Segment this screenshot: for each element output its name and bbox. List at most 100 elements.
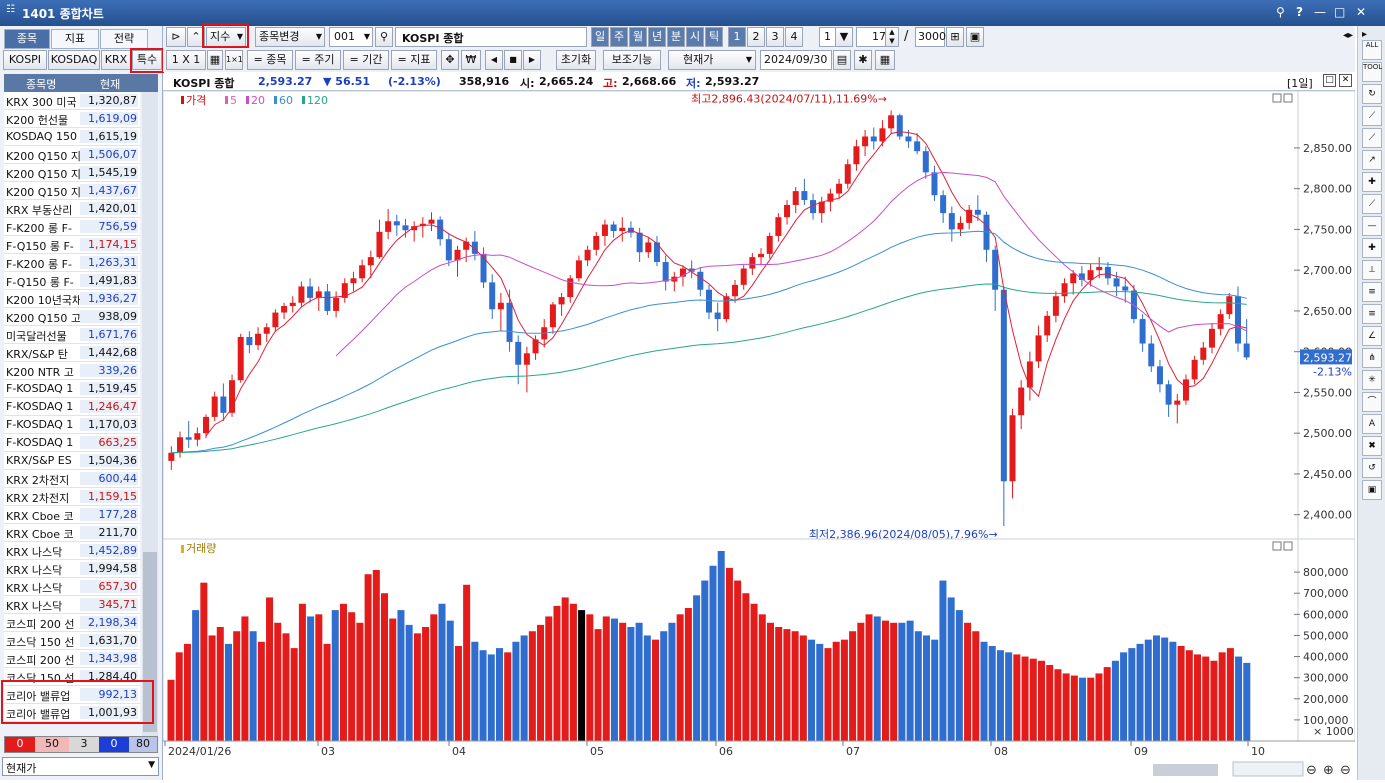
help-icon[interactable]: ? <box>1296 5 1303 19</box>
close-chart-icon[interactable]: ✕ <box>1339 74 1352 87</box>
list-item[interactable]: KRX 2차전지 1,159,15 <box>4 488 140 506</box>
list-item[interactable]: K200 Q150 지 1,437,67 <box>4 182 140 200</box>
trend-line-icon[interactable]: ⟋ <box>1362 128 1382 148</box>
list-item[interactable]: F-Q150 롱 F- 1,491,83 <box>4 272 140 290</box>
market-kosdaq[interactable]: KOSDAQ <box>48 50 100 70</box>
list-item[interactable]: K200 NTR 고 339,26 <box>4 362 140 380</box>
list-item[interactable]: F-KOSDAQ 1 1,246,47 <box>4 398 140 416</box>
list-item[interactable]: F-KOSDAQ 1 1,519,45 <box>4 380 140 398</box>
all-tools-icon[interactable]: ALL <box>1362 40 1382 60</box>
list-item[interactable]: F-K200 롱 F- 1,263,31 <box>4 254 140 272</box>
move-icon[interactable]: ✥ <box>441 50 459 70</box>
search-icon[interactable]: ⚲ <box>375 27 393 47</box>
sync-period-button[interactable]: = 주기 <box>295 50 341 70</box>
next-icon[interactable]: ▶ <box>523 50 541 70</box>
gear-icon[interactable]: ✱ <box>854 50 872 70</box>
filter-flat[interactable]: 3 <box>69 737 99 752</box>
collapse-left-icon[interactable]: ⊳ <box>166 27 186 47</box>
sync-stock-button[interactable]: = 종목 <box>247 50 293 70</box>
close-icon[interactable]: ✕ <box>1356 5 1366 19</box>
price-type-dropdown[interactable]: 현재가 ▼ <box>2 757 159 776</box>
chevron-down-icon[interactable]: ▼ <box>835 27 853 47</box>
interval-tab[interactable]: 4 <box>785 27 803 47</box>
list-item[interactable]: 코리아 밸류업 1,001,93 <box>4 704 140 722</box>
list-item[interactable]: K200 Q150 지 1,506,07 <box>4 146 140 164</box>
ray-icon[interactable]: ↗ <box>1362 150 1382 170</box>
list-item[interactable]: KRX 300 미국 1,320,87 <box>4 92 140 110</box>
tab-strategy[interactable]: 전략 <box>100 29 148 49</box>
sync-indicator-button[interactable]: = 지표 <box>391 50 437 70</box>
square-icon[interactable]: ▣ <box>1362 480 1382 500</box>
list-item[interactable]: KRX 부동산리 1,420,01 <box>4 200 140 218</box>
list-item[interactable]: KRX 나스닥 1,452,89 <box>4 542 140 560</box>
maximize-chart-icon[interactable]: □ <box>1323 74 1336 87</box>
undo-icon[interactable]: ↺ <box>1362 458 1382 478</box>
rotate-icon[interactable]: ↻ <box>1362 84 1382 104</box>
crosshair-icon[interactable]: ✚ <box>1362 172 1382 192</box>
list-item[interactable]: 코스닥 150 선 1,284,40 <box>4 668 140 686</box>
list-item[interactable]: K200 10년국채 1,936,27 <box>4 290 140 308</box>
app-menu-icon[interactable]: ☷ <box>6 4 15 15</box>
list-item[interactable]: F-Q150 롱 F- 1,174,15 <box>4 236 140 254</box>
list-item[interactable]: 코리아 밸류업 992,13 <box>4 686 140 704</box>
list-item[interactable]: 미국달러선물 1,671,76 <box>4 326 140 344</box>
cross-icon[interactable]: ✚ <box>1362 238 1382 258</box>
market-special[interactable]: 특수 <box>132 50 162 70</box>
horizontal-line-icon[interactable]: — <box>1362 216 1382 236</box>
filter-up-pct[interactable]: 50 <box>35 737 69 752</box>
tab-indicators[interactable]: 지표 <box>51 29 99 49</box>
expand-icon[interactable]: ▸ <box>1362 29 1367 40</box>
list-item[interactable]: KRX 나스닥 657,30 <box>4 578 140 596</box>
delete-all-icon[interactable]: ✖ <box>1362 436 1382 456</box>
angle-icon[interactable]: ∠ <box>1362 326 1382 346</box>
fibonacci-icon[interactable]: ≡ <box>1362 304 1382 324</box>
change-stock-select[interactable]: 종목변경 ▼ <box>255 27 325 47</box>
line-icon[interactable]: ⟋ <box>1362 106 1382 126</box>
count-stepper[interactable]: ▲ ▼ <box>885 27 899 47</box>
maximize-icon[interactable]: □ <box>1334 5 1345 19</box>
list-item[interactable]: K200 Q150 고 938,09 <box>4 308 140 326</box>
zigzag-icon[interactable]: ⟋ <box>1362 194 1382 214</box>
vertical-icon[interactable]: ⟂ <box>1362 260 1382 280</box>
list-item[interactable]: K200 Q150 지 1,545,19 <box>4 164 140 182</box>
tool-icon[interactable]: TOOL <box>1362 62 1382 82</box>
pin-icon[interactable]: ⚲ <box>1276 5 1285 19</box>
market-krx[interactable]: KRX <box>101 50 131 70</box>
up-arrow-icon[interactable]: ⌃ <box>187 27 205 47</box>
gann-icon[interactable]: ✳ <box>1362 370 1382 390</box>
list-item[interactable]: 코스피 200 선 1,343,98 <box>4 650 140 668</box>
max-count-input[interactable]: 3000 <box>915 27 946 47</box>
list-scrollbar-thumb[interactable] <box>143 552 157 732</box>
list-item[interactable]: KRX/S&P 탄 1,442,68 <box>4 344 140 362</box>
collapse-right-icon[interactable]: ◂▸ <box>1343 30 1353 41</box>
layout-1x1-button[interactable]: 1 X 1 <box>166 50 206 70</box>
list-scrollbar[interactable] <box>142 92 158 737</box>
period-tab[interactable]: 일 <box>591 27 609 47</box>
interval-tab[interactable]: 1 <box>728 27 746 47</box>
add-chart-icon[interactable]: ⊞ <box>946 27 964 47</box>
list-item[interactable]: K200 헌선물 1,619,09 <box>4 110 140 128</box>
code-input[interactable]: 001 ▼ <box>329 27 373 47</box>
tab-stocks[interactable]: 종목 <box>4 29 50 49</box>
currency-icon[interactable]: ₩ <box>461 50 481 70</box>
list-item[interactable]: 코스피 200 선 2,198,34 <box>4 614 140 632</box>
minimize-icon[interactable]: — <box>1314 5 1326 19</box>
save-icon[interactable]: ▣ <box>966 27 984 47</box>
calendar-icon[interactable]: ▤ <box>833 50 851 70</box>
list-item[interactable]: KRX 나스닥 345,71 <box>4 596 140 614</box>
pitchfork-icon[interactable]: ⋔ <box>1362 348 1382 368</box>
period-tab[interactable]: 틱 <box>705 27 723 47</box>
sync-range-button[interactable]: = 기간 <box>343 50 389 70</box>
list-item[interactable]: KRX/S&P ES 1,504,36 <box>4 452 140 470</box>
layout-1x1-icon[interactable]: 1×1 <box>225 50 243 70</box>
filter-up[interactable]: 0 <box>5 737 35 752</box>
list-item[interactable]: F-K200 롱 F- 756,59 <box>4 218 140 236</box>
chart-area[interactable]: 2,850.00 2,800.00 2,750.00 2,700.00 2,650.00… <box>162 90 1356 780</box>
list-item[interactable]: KRX 나스닥 1,994,58 <box>4 560 140 578</box>
list-item[interactable]: KRX 2차전지 600,44 <box>4 470 140 488</box>
period-tab[interactable]: 분 <box>667 27 685 47</box>
print-icon[interactable]: ▦ <box>875 50 895 70</box>
period-tab[interactable]: 월 <box>629 27 647 47</box>
arc-icon[interactable]: ⌒ <box>1362 392 1382 412</box>
reset-button[interactable]: 초기화 <box>556 50 596 70</box>
